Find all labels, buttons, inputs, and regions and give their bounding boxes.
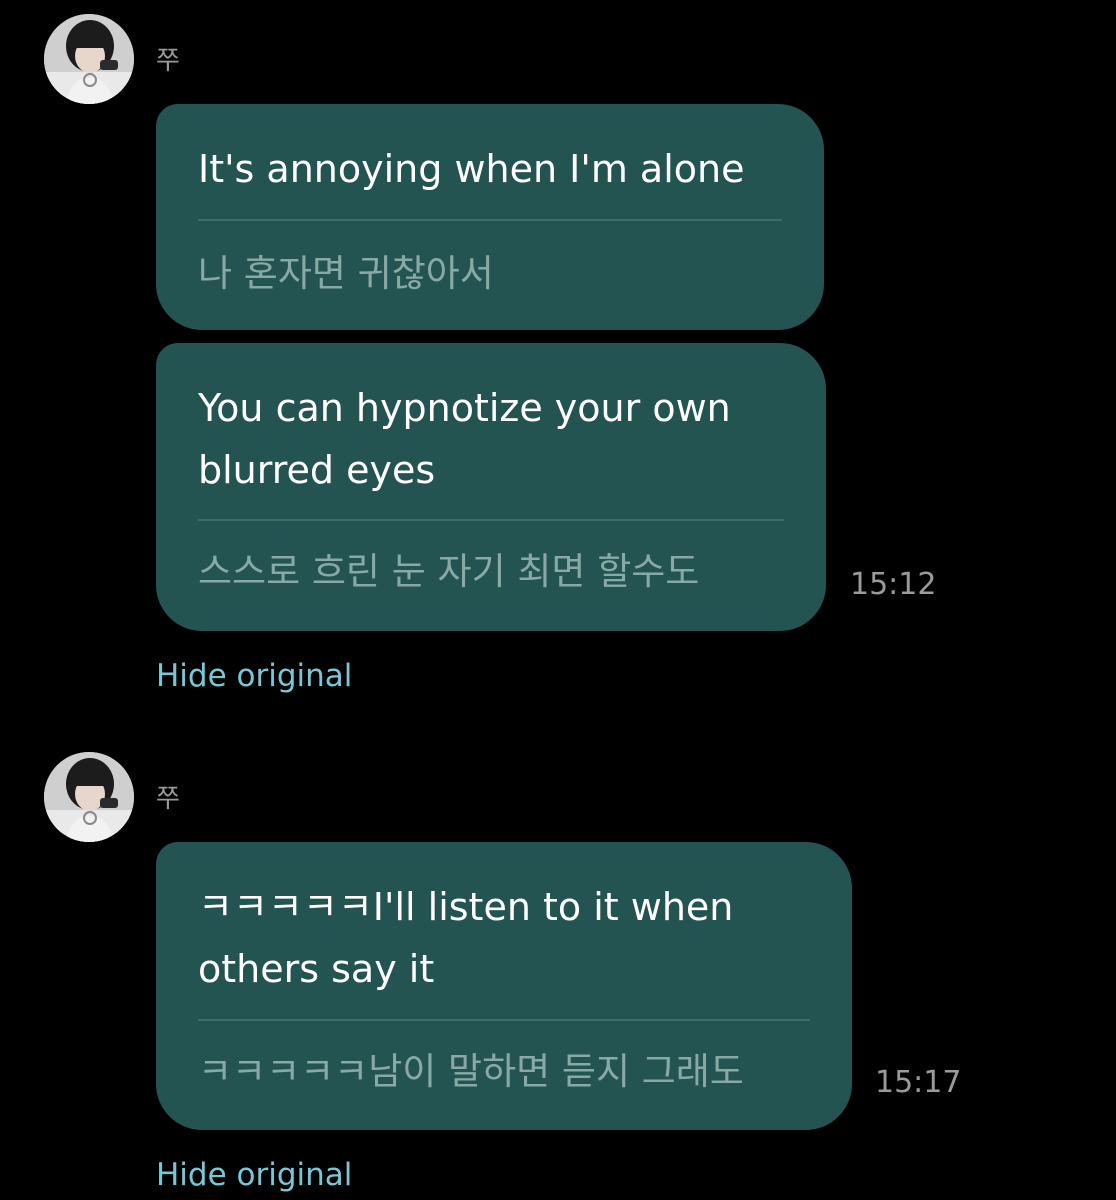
translated-text: ㅋㅋㅋㅋㅋI'll listen to it when others say i… [198, 885, 734, 991]
message-group: 쭈 ㅋㅋㅋㅋㅋI'll listen to it when others say… [0, 0, 1116, 1200]
message-bubble[interactable]: ㅋㅋㅋㅋㅋI'll listen to it when others say i… [156, 842, 852, 1130]
original-text: ㅋㅋㅋㅋㅋ남이 말하면 듣지 그래도 [198, 1050, 744, 1093]
hide-original-link[interactable]: Hide original [156, 1157, 352, 1193]
profile-photo-icon [44, 752, 134, 842]
sender-name: 쭈 [156, 784, 180, 814]
avatar[interactable] [44, 752, 134, 842]
divider [198, 1019, 810, 1021]
message-timestamp: 15:17 [875, 1065, 962, 1100]
